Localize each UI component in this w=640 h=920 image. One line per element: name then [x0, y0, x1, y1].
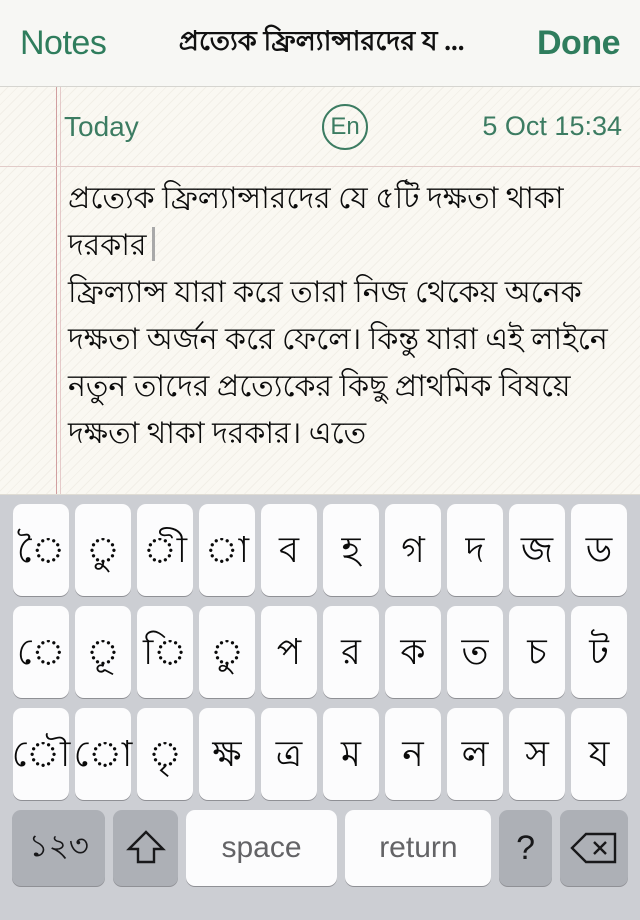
note-paper[interactable]: Today En 5 Oct 15:34 প্রত্যেক ফ্রিল্যান্… — [0, 87, 640, 495]
note-body-first-line: প্রত্যেক ফ্রিল্যান্সারদের যে ৫টি দক্ষতা … — [68, 182, 572, 262]
keyboard-row-2: ে ূ ি ু প র ক ত চ ট — [0, 606, 640, 698]
key-ba[interactable]: ব — [261, 504, 317, 596]
key-tra[interactable]: ত্র — [261, 708, 317, 800]
note-title: প্রত্যেক ফ্রিল্যান্সারদের য ... — [178, 25, 465, 56]
key-vowel-uu[interactable]: ূ — [75, 606, 131, 698]
note-body-rest: ফ্রিল্যান্স যারা করে তারা নিজ থেকেয় অনে… — [68, 276, 608, 450]
shift-key[interactable] — [113, 810, 178, 886]
keyboard-row-3: ৌ ো ৃ ক্ষ ত্র ম ন ল স য — [0, 708, 640, 800]
backspace-key[interactable] — [559, 810, 629, 886]
bengali-keyboard: ৈ ু ী া ব হ গ দ জ ড ে ূ ি ু প র ক ত চ ট … — [0, 495, 640, 920]
key-ksha[interactable]: ক্ষ — [199, 708, 255, 800]
key-ta[interactable]: ত — [447, 606, 503, 698]
key-na[interactable]: ন — [385, 708, 441, 800]
backspace-icon — [570, 831, 618, 865]
key-tta[interactable]: ট — [571, 606, 627, 698]
note-header-divider — [0, 166, 640, 167]
key-ja[interactable]: জ — [509, 504, 565, 596]
key-da[interactable]: দ — [447, 504, 503, 596]
language-badge[interactable]: En — [322, 103, 368, 150]
note-timestamp: 5 Oct 15:34 — [482, 111, 622, 141]
note-meta-row: Today En 5 Oct 15:34 — [0, 87, 640, 166]
notes-app-screen: Notes প্রত্যেক ফ্রিল্যান্সারদের য ... Do… — [0, 0, 640, 920]
done-button[interactable]: Done — [537, 24, 621, 63]
return-key[interactable]: return — [345, 810, 492, 886]
key-sa[interactable]: স — [509, 708, 565, 800]
key-vowel-u[interactable]: ু — [75, 504, 131, 596]
shift-arrow-icon — [125, 829, 166, 867]
keyboard-function-row: ১২৩ space return ? — [0, 810, 640, 886]
key-ga[interactable]: গ — [385, 504, 441, 596]
key-pa[interactable]: প — [261, 606, 317, 698]
question-mark-key[interactable]: ? — [499, 810, 552, 886]
key-vowel-u-alt[interactable]: ু — [199, 606, 255, 698]
key-vowel-ri[interactable]: ৃ — [137, 708, 193, 800]
text-caret — [152, 227, 156, 261]
note-body[interactable]: প্রত্যেক ফ্রিল্যান্সারদের যে ৫টি দক্ষতা … — [68, 175, 628, 457]
key-la[interactable]: ল — [447, 708, 503, 800]
key-vowel-ii[interactable]: ী — [137, 504, 193, 596]
key-vowel-o[interactable]: ো — [74, 708, 132, 800]
space-key[interactable]: space — [185, 810, 338, 886]
keyboard-row-1: ৈ ু ী া ব হ গ দ জ ড — [0, 504, 640, 596]
key-ra[interactable]: র — [323, 606, 379, 698]
key-vowel-i[interactable]: ি — [137, 606, 193, 698]
key-vowel-ou[interactable]: ৌ — [12, 708, 70, 800]
back-to-notes-button[interactable]: Notes — [20, 24, 107, 63]
numeric-mode-key[interactable]: ১২৩ — [12, 810, 106, 886]
note-day-label: Today — [64, 110, 139, 142]
key-vowel-e[interactable]: ে — [13, 606, 69, 698]
key-vowel-aa[interactable]: া — [199, 504, 255, 596]
navigation-bar: Notes প্রত্যেক ফ্রিল্যান্সারদের য ... Do… — [0, 0, 640, 87]
key-dda[interactable]: ড — [571, 504, 627, 596]
key-ya[interactable]: য — [571, 708, 627, 800]
key-ka[interactable]: ক — [385, 606, 441, 698]
key-vowel-oi[interactable]: ৈ — [13, 504, 69, 596]
key-ha[interactable]: হ — [323, 504, 379, 596]
key-ma[interactable]: ম — [323, 708, 379, 800]
key-ca[interactable]: চ — [509, 606, 565, 698]
